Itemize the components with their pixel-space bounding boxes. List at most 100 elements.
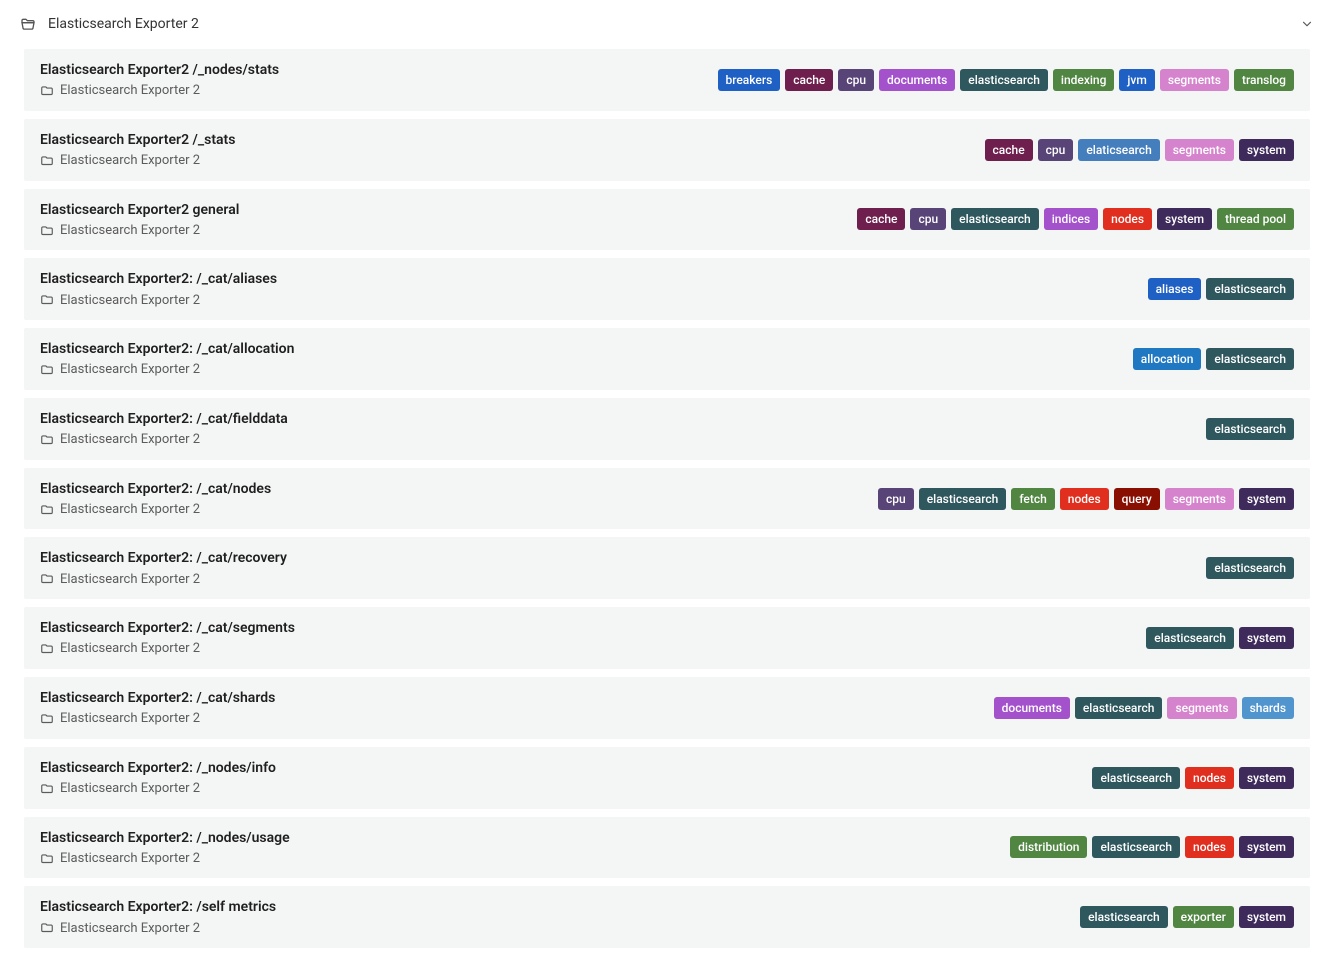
tag[interactable]: elasticsearch xyxy=(1092,836,1180,858)
tag[interactable]: aliases xyxy=(1148,278,1202,300)
tag[interactable]: indices xyxy=(1044,208,1098,230)
list-item[interactable]: Elasticsearch Exporter2: /_nodes/usage El… xyxy=(24,817,1310,879)
tag[interactable]: cpu xyxy=(910,208,946,230)
tag[interactable]: segments xyxy=(1160,69,1229,91)
tag[interactable]: elasticsearch xyxy=(951,208,1039,230)
tag[interactable]: elasticsearch xyxy=(1146,627,1234,649)
tag[interactable]: cpu xyxy=(1038,139,1074,161)
tag[interactable]: elasticsearch xyxy=(919,488,1007,510)
tag[interactable]: distribution xyxy=(1010,836,1087,858)
dashboard-folder[interactable]: Elasticsearch Exporter 2 xyxy=(40,293,277,309)
tag[interactable]: system xyxy=(1239,627,1294,649)
list-item[interactable]: Elasticsearch Exporter2: /self metrics El… xyxy=(24,886,1310,948)
list-item[interactable]: Elasticsearch Exporter2: /_cat/segments E… xyxy=(24,607,1310,669)
tag[interactable]: elasticsearch xyxy=(1206,348,1294,370)
tag[interactable]: elasticsearch xyxy=(1080,906,1168,928)
dashboard-folder-label: Elasticsearch Exporter 2 xyxy=(60,432,200,448)
list-item[interactable]: Elasticsearch Exporter2: /_cat/allocatio… xyxy=(24,328,1310,390)
tag[interactable]: nodes xyxy=(1185,836,1234,858)
tag[interactable]: segments xyxy=(1165,488,1234,510)
tag[interactable]: segments xyxy=(1167,697,1236,719)
dashboard-title[interactable]: Elasticsearch Exporter2: /_cat/recovery xyxy=(40,549,287,567)
dashboard-title[interactable]: Elasticsearch Exporter2 /_nodes/stats xyxy=(40,61,279,79)
list-item[interactable]: Elasticsearch Exporter2: /_cat/shards Ela… xyxy=(24,677,1310,739)
dashboard-title[interactable]: Elasticsearch Exporter2: /_cat/shards xyxy=(40,689,275,707)
dashboard-folder[interactable]: Elasticsearch Exporter 2 xyxy=(40,851,290,867)
tag[interactable]: shards xyxy=(1242,697,1294,719)
dashboard-folder[interactable]: Elasticsearch Exporter 2 xyxy=(40,572,287,588)
folder-icon xyxy=(40,642,54,656)
tag[interactable]: documents xyxy=(994,697,1070,719)
tag[interactable]: segments xyxy=(1165,139,1234,161)
dashboard-folder[interactable]: Elasticsearch Exporter 2 xyxy=(40,641,295,657)
tag[interactable]: translog xyxy=(1234,69,1294,91)
tag[interactable]: cache xyxy=(985,139,1033,161)
tag[interactable]: query xyxy=(1114,488,1160,510)
dashboard-folder[interactable]: Elasticsearch Exporter 2 xyxy=(40,362,294,378)
item-left: Elasticsearch Exporter2: /_nodes/info Ela… xyxy=(40,759,276,797)
tag[interactable]: indexing xyxy=(1053,69,1115,91)
list-item[interactable]: Elasticsearch Exporter2: /_nodes/info Ela… xyxy=(24,747,1310,809)
dashboard-folder[interactable]: Elasticsearch Exporter 2 xyxy=(40,432,288,448)
tag-list: documentselasticsearchsegments shards xyxy=(994,697,1294,719)
dashboard-folder[interactable]: Elasticsearch Exporter 2 xyxy=(40,781,276,797)
dashboard-folder[interactable]: Elasticsearch Exporter 2 xyxy=(40,223,239,239)
tag[interactable]: cpu xyxy=(878,488,914,510)
tag[interactable]: system xyxy=(1157,208,1212,230)
dashboard-title[interactable]: Elasticsearch Exporter2: /_cat/nodes xyxy=(40,480,271,498)
tag-list: elasticsearchsystem xyxy=(1146,627,1294,649)
dashboard-title[interactable]: Elasticsearch Exporter2: /_nodes/info xyxy=(40,759,276,777)
tag[interactable]: nodes xyxy=(1185,767,1234,789)
list-item[interactable]: Elasticsearch Exporter2: /_cat/fielddata… xyxy=(24,398,1310,460)
list-item[interactable]: Elasticsearch Exporter2: /_cat/aliases El… xyxy=(24,258,1310,320)
tag[interactable]: system xyxy=(1239,139,1294,161)
chevron-down-icon[interactable] xyxy=(1300,17,1314,31)
dashboard-folder[interactable]: Elasticsearch Exporter 2 xyxy=(40,921,276,937)
tag[interactable]: exporter xyxy=(1173,906,1234,928)
tag[interactable]: cache xyxy=(785,69,833,91)
tag[interactable]: elasticsearch xyxy=(1092,767,1180,789)
tag[interactable]: elasticsearch xyxy=(1206,278,1294,300)
tag[interactable]: cache xyxy=(857,208,905,230)
list-item[interactable]: Elasticsearch Exporter2: /_cat/nodes Elas… xyxy=(24,468,1310,530)
tag[interactable]: elaticsearch xyxy=(1078,139,1159,161)
tag[interactable]: cpu xyxy=(838,69,874,91)
tag-list: elasticsearchexportersystem xyxy=(1080,906,1294,928)
list-item[interactable]: Elasticsearch Exporter2: /_cat/recovery E… xyxy=(24,537,1310,599)
tag[interactable]: thread pool xyxy=(1217,208,1294,230)
dashboard-title[interactable]: Elasticsearch Exporter2 /_stats xyxy=(40,131,235,149)
dashboard-folder[interactable]: Elasticsearch Exporter 2 xyxy=(40,153,235,169)
list-item[interactable]: Elasticsearch Exporter2 /_stats Elasticse… xyxy=(24,119,1310,181)
tag[interactable]: elasticsearch xyxy=(1075,697,1163,719)
dashboard-folder[interactable]: Elasticsearch Exporter 2 xyxy=(40,83,279,99)
dashboard-title[interactable]: Elasticsearch Exporter2: /_cat/fielddata xyxy=(40,410,288,428)
tag[interactable]: fetch xyxy=(1011,488,1054,510)
tag[interactable]: breakers xyxy=(718,69,781,91)
dashboard-title[interactable]: Elasticsearch Exporter2 general xyxy=(40,201,239,219)
folder-icon xyxy=(40,921,54,935)
tag[interactable]: system xyxy=(1239,836,1294,858)
dashboard-folder[interactable]: Elasticsearch Exporter 2 xyxy=(40,711,275,727)
tag[interactable]: documents xyxy=(879,69,955,91)
tag[interactable]: nodes xyxy=(1103,208,1152,230)
folder-open-icon xyxy=(20,16,36,32)
dashboard-title[interactable]: Elasticsearch Exporter2: /_cat/segments xyxy=(40,619,295,637)
dashboard-title[interactable]: Elasticsearch Exporter2: /_cat/allocatio… xyxy=(40,340,294,358)
tag[interactable]: system xyxy=(1239,906,1294,928)
dashboard-folder[interactable]: Elasticsearch Exporter 2 xyxy=(40,502,271,518)
tag[interactable]: elasticsearch xyxy=(1206,418,1294,440)
tag[interactable]: system xyxy=(1239,767,1294,789)
dashboard-title[interactable]: Elasticsearch Exporter2: /_cat/aliases xyxy=(40,270,277,288)
dashboard-title[interactable]: Elasticsearch Exporter2: /_nodes/usage xyxy=(40,829,290,847)
dashboard-folder-label: Elasticsearch Exporter 2 xyxy=(60,153,200,169)
tag[interactable]: system xyxy=(1239,488,1294,510)
tag[interactable]: nodes xyxy=(1060,488,1109,510)
list-item[interactable]: Elasticsearch Exporter2 general Elasticse… xyxy=(24,189,1310,251)
tag[interactable]: jvm xyxy=(1119,69,1154,91)
dashboard-title[interactable]: Elasticsearch Exporter2: /self metrics xyxy=(40,898,276,916)
list-item[interactable]: Elasticsearch Exporter2 /_nodes/stats Ela… xyxy=(24,49,1310,111)
tag[interactable]: elasticsearch xyxy=(1206,557,1294,579)
tag[interactable]: allocation xyxy=(1133,348,1202,370)
tag[interactable]: elasticsearch xyxy=(960,69,1048,91)
folder-header[interactable]: Elasticsearch Exporter 2 xyxy=(0,0,1334,49)
